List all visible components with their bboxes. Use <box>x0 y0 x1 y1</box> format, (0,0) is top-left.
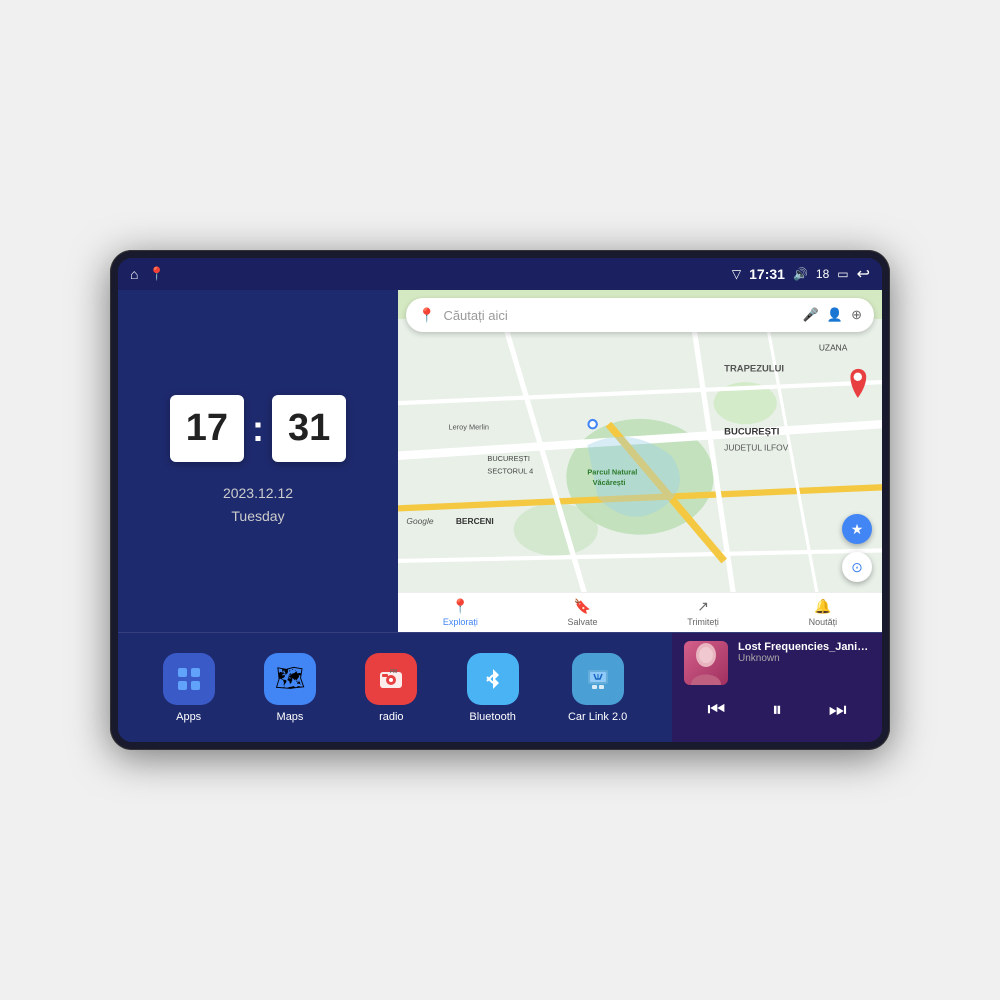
maps-label: Maps <box>277 711 304 723</box>
send-label: Trimiteți <box>687 617 719 627</box>
bottom-row: Apps 🗺 Maps <box>118 632 882 742</box>
svg-text:BERCENI: BERCENI <box>456 516 494 526</box>
apps-label: Apps <box>176 711 201 723</box>
status-right: ▽ 17:31 🔊 18 ▭ ↩ <box>732 264 870 284</box>
music-controls: ⏮ ⏸ ⏭ <box>684 691 870 730</box>
map-pin-icon: 📍 <box>418 307 435 324</box>
music-play-button[interactable]: ⏸ <box>768 695 786 726</box>
bluetooth-icon <box>467 653 519 705</box>
screen: ⌂ 📍 ▽ 17:31 🔊 18 ▭ ↩ 17 : <box>118 258 882 742</box>
map-nav-send[interactable]: ↗ Trimiteți <box>687 598 719 627</box>
explore-icon: 📍 <box>452 598 469 615</box>
explore-label: Explorați <box>443 617 478 627</box>
music-next-button[interactable]: ⏭ <box>825 695 851 726</box>
map-svg: TRAPEZULUI BUCUREȘTI JUDEȚUL ILFOV BERCE… <box>398 290 882 632</box>
map-search-right: 🎤 👤 ⊕ <box>803 307 862 323</box>
map-panel[interactable]: TRAPEZULUI BUCUREȘTI JUDEȚUL ILFOV BERCE… <box>398 290 882 632</box>
app-bluetooth[interactable]: Bluetooth <box>467 653 519 723</box>
apps-icon-svg <box>175 665 203 693</box>
music-top: Lost Frequencies_Janieck Devy-... Unknow… <box>684 641 870 685</box>
news-label: Noutăți <box>809 617 838 627</box>
saved-label: Salvate <box>568 617 598 627</box>
carlink-label: Car Link 2.0 <box>568 711 627 723</box>
map-compass-button[interactable]: ★ <box>842 514 872 544</box>
saved-icon: 🔖 <box>574 598 591 615</box>
svg-text:Google: Google <box>406 516 433 526</box>
status-bar: ⌂ 📍 ▽ 17:31 🔊 18 ▭ ↩ <box>118 258 882 290</box>
svg-text:Văcărești: Văcărești <box>593 478 626 487</box>
clock-date: 2023.12.12 Tuesday <box>223 482 293 527</box>
app-carlink[interactable]: Car Link 2.0 <box>568 653 627 723</box>
app-apps[interactable]: Apps <box>163 653 215 723</box>
location-icon: ⊙ <box>851 559 863 576</box>
bluetooth-icon-svg <box>479 665 507 693</box>
home-icon[interactable]: ⌂ <box>130 266 138 282</box>
bluetooth-label: Bluetooth <box>469 711 515 723</box>
map-nav-explore[interactable]: 📍 Explorați <box>443 598 478 627</box>
voice-icon[interactable]: 🎤 <box>803 307 819 323</box>
app-maps[interactable]: 🗺 Maps <box>264 653 316 723</box>
carlink-icon-svg <box>584 665 612 693</box>
status-time: 17:31 <box>749 266 785 282</box>
svg-text:JUDEȚUL ILFOV: JUDEȚUL ILFOV <box>724 442 789 452</box>
compass-icon: ★ <box>851 521 864 538</box>
svg-text:TRAPEZULUI: TRAPEZULUI <box>724 364 784 375</box>
news-icon: 🔔 <box>814 598 831 615</box>
music-thumb-face <box>684 641 728 685</box>
maps-icon: 🗺 <box>264 653 316 705</box>
layers-icon[interactable]: ⊕ <box>851 307 862 323</box>
svg-text:Leroy Merlin: Leroy Merlin <box>449 422 490 431</box>
map-search-placeholder: Căutați aici <box>443 308 794 323</box>
radio-icon: FM <box>365 653 417 705</box>
volume-icon: 🔊 <box>793 267 808 281</box>
account-icon[interactable]: 👤 <box>827 307 843 323</box>
battery-icon: ▭ <box>837 267 848 281</box>
svg-text:UZANA: UZANA <box>819 343 848 353</box>
signal-icon: ▽ <box>732 267 741 281</box>
clock-minute: 31 <box>272 395 346 462</box>
battery-level: 18 <box>816 267 829 281</box>
clock-panel: 17 : 31 2023.12.12 Tuesday <box>118 290 398 632</box>
map-bottom-bar: 📍 Explorați 🔖 Salvate ↗ Trimiteți <box>398 592 882 632</box>
back-icon[interactable]: ↩ <box>857 264 870 284</box>
map-nav-saved[interactable]: 🔖 Salvate <box>568 598 598 627</box>
music-title: Lost Frequencies_Janieck Devy-... <box>738 641 870 653</box>
map-nav-news[interactable]: 🔔 Noutăți <box>809 598 838 627</box>
svg-text:BUCUREȘTI: BUCUREȘTI <box>487 454 530 463</box>
nav-icon[interactable]: 📍 <box>148 266 164 282</box>
carlink-icon <box>572 653 624 705</box>
clock-colon: : <box>252 408 264 450</box>
music-section: Lost Frequencies_Janieck Devy-... Unknow… <box>672 633 882 742</box>
music-info: Lost Frequencies_Janieck Devy-... Unknow… <box>738 641 870 664</box>
send-icon: ↗ <box>697 598 709 615</box>
status-left: ⌂ 📍 <box>130 266 165 282</box>
svg-text:FM: FM <box>390 669 397 675</box>
music-prev-button[interactable]: ⏮ <box>703 695 729 726</box>
clock-display: 17 : 31 <box>170 395 347 462</box>
radio-label: radio <box>379 711 403 723</box>
map-search-bar[interactable]: 📍 Căutați aici 🎤 👤 ⊕ <box>406 298 874 332</box>
device: ⌂ 📍 ▽ 17:31 🔊 18 ▭ ↩ 17 : <box>110 250 890 750</box>
radio-icon-svg: FM <box>376 664 406 694</box>
music-artist: Unknown <box>738 653 870 664</box>
clock-hour: 17 <box>170 395 244 462</box>
map-location-button[interactable]: ⊙ <box>842 552 872 582</box>
map-container: TRAPEZULUI BUCUREȘTI JUDEȚUL ILFOV BERCE… <box>398 290 882 632</box>
svg-text:Parcul Natural: Parcul Natural <box>587 468 637 477</box>
svg-text:BUCUREȘTI: BUCUREȘTI <box>724 427 779 438</box>
apps-section: Apps 🗺 Maps <box>118 633 672 742</box>
svg-text:SECTORUL 4: SECTORUL 4 <box>487 467 533 476</box>
app-radio[interactable]: FM radio <box>365 653 417 723</box>
music-thumbnail <box>684 641 728 685</box>
apps-icon <box>163 653 215 705</box>
top-row: 17 : 31 2023.12.12 Tuesday <box>118 290 882 632</box>
main-content: 17 : 31 2023.12.12 Tuesday <box>118 290 882 742</box>
